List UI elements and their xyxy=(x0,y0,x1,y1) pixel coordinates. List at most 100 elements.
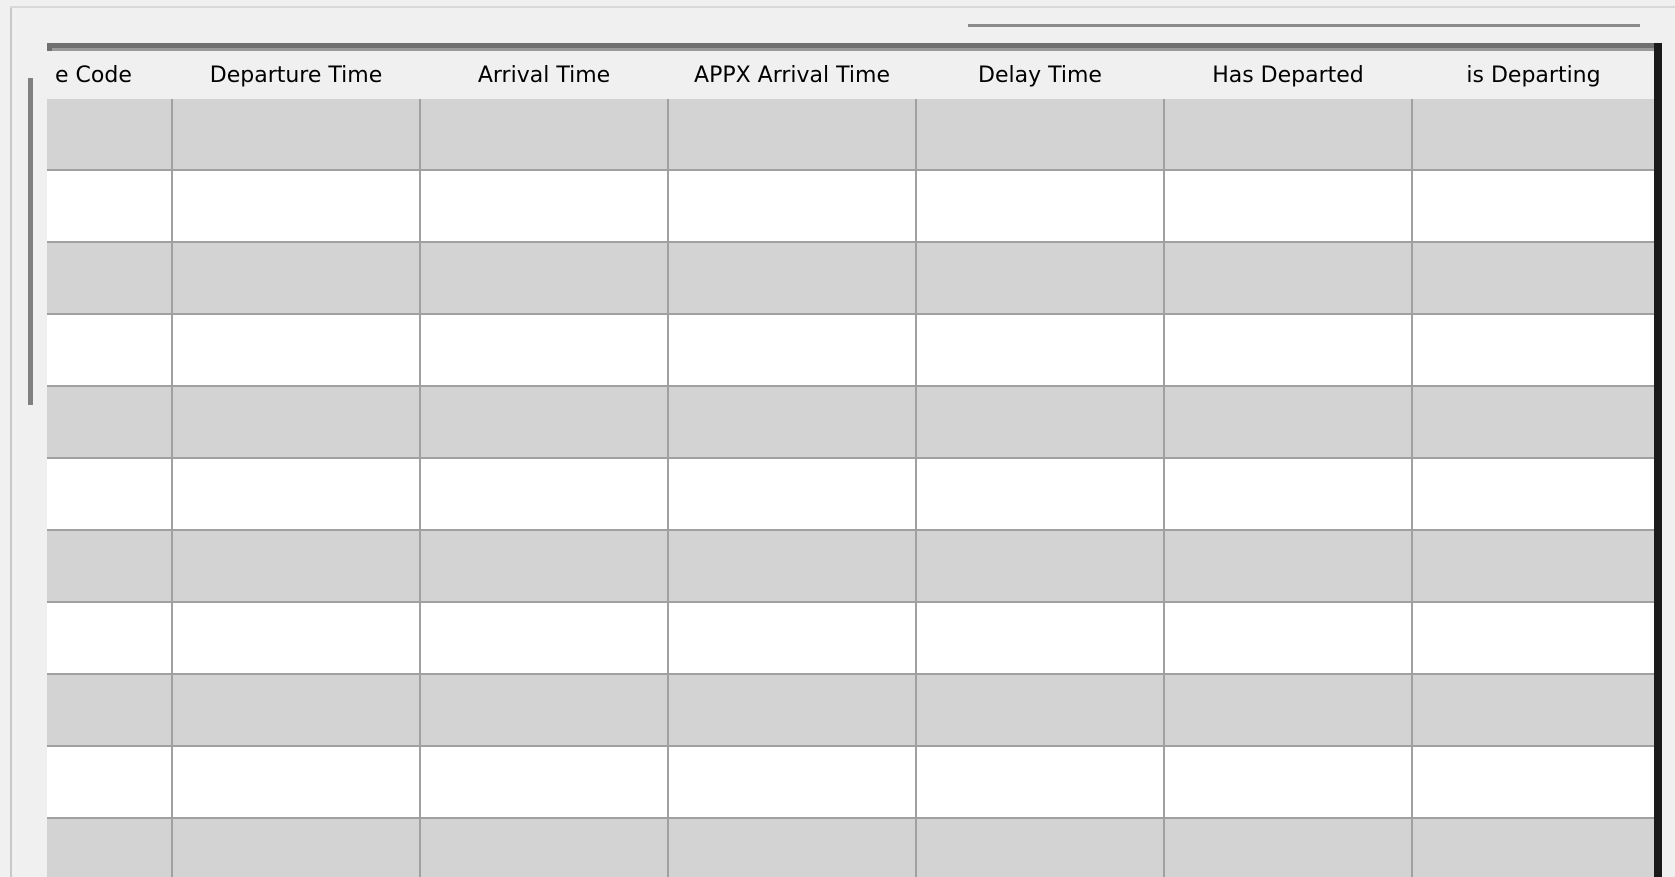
table-cell[interactable] xyxy=(173,675,421,747)
table-cell[interactable] xyxy=(669,99,917,171)
table-cell[interactable] xyxy=(1413,99,1656,171)
table-cell[interactable] xyxy=(917,315,1165,387)
column-header-4[interactable]: Delay Time xyxy=(917,51,1163,99)
table-cell[interactable] xyxy=(917,531,1165,603)
table-cell[interactable] xyxy=(1413,387,1656,459)
grid-header-row: e Code Departure Time Arrival Time APPX Arr… xyxy=(47,51,1654,99)
table-cell[interactable] xyxy=(1413,243,1656,315)
table-cell[interactable] xyxy=(173,531,421,603)
horizontal-scrollbar-thumb[interactable] xyxy=(968,24,1640,27)
table-cell[interactable] xyxy=(173,387,421,459)
table-cell[interactable] xyxy=(669,747,917,819)
table-cell[interactable] xyxy=(1165,819,1413,877)
table-cell[interactable] xyxy=(917,675,1165,747)
table-cell[interactable] xyxy=(1165,315,1413,387)
table-cell[interactable] xyxy=(47,603,173,675)
table-cell[interactable] xyxy=(173,459,421,531)
table-cell[interactable] xyxy=(1413,675,1656,747)
table-row[interactable] xyxy=(47,387,1656,459)
table-cell[interactable] xyxy=(1165,459,1413,531)
table-cell[interactable] xyxy=(917,819,1165,877)
table-cell[interactable] xyxy=(917,387,1165,459)
table-row[interactable] xyxy=(47,315,1656,387)
table-cell[interactable] xyxy=(669,243,917,315)
column-header-6[interactable]: is Departing xyxy=(1413,51,1654,99)
table-cell[interactable] xyxy=(421,603,669,675)
table-cell[interactable] xyxy=(173,315,421,387)
column-header-2[interactable]: Arrival Time xyxy=(421,51,667,99)
table-cell[interactable] xyxy=(1413,459,1656,531)
table-cell[interactable] xyxy=(421,819,669,877)
table-cell[interactable] xyxy=(1165,531,1413,603)
column-header-5[interactable]: Has Departed xyxy=(1165,51,1411,99)
table-row[interactable] xyxy=(47,531,1656,603)
table-cell[interactable] xyxy=(917,243,1165,315)
table-cell[interactable] xyxy=(669,171,917,243)
table-row[interactable] xyxy=(47,459,1656,531)
table-cell[interactable] xyxy=(173,603,421,675)
table-cell[interactable] xyxy=(1413,531,1656,603)
table-cell[interactable] xyxy=(1165,99,1413,171)
table-cell[interactable] xyxy=(1413,171,1656,243)
table-cell[interactable] xyxy=(917,459,1165,531)
table-cell[interactable] xyxy=(1165,747,1413,819)
table-cell[interactable] xyxy=(1165,387,1413,459)
vertical-scrollbar-thumb[interactable] xyxy=(28,78,33,405)
table-cell[interactable] xyxy=(173,171,421,243)
table-cell[interactable] xyxy=(173,99,421,171)
table-cell[interactable] xyxy=(1165,675,1413,747)
table-cell[interactable] xyxy=(173,747,421,819)
column-header-3[interactable]: APPX Arrival Time xyxy=(669,51,915,99)
table-cell[interactable] xyxy=(1413,819,1656,877)
table-cell[interactable] xyxy=(47,747,173,819)
table-cell[interactable] xyxy=(47,819,173,877)
table-cell[interactable] xyxy=(1165,171,1413,243)
table-cell[interactable] xyxy=(1413,603,1656,675)
table-row[interactable] xyxy=(47,819,1656,877)
table-cell[interactable] xyxy=(421,387,669,459)
table-row[interactable] xyxy=(47,675,1656,747)
table-cell[interactable] xyxy=(1413,315,1656,387)
table-cell[interactable] xyxy=(669,531,917,603)
table-row[interactable] xyxy=(47,603,1656,675)
table-cell[interactable] xyxy=(1165,243,1413,315)
table-cell[interactable] xyxy=(917,171,1165,243)
table-cell[interactable] xyxy=(669,387,917,459)
table-cell[interactable] xyxy=(1165,603,1413,675)
table-cell[interactable] xyxy=(47,531,173,603)
table-cell[interactable] xyxy=(421,99,669,171)
table-cell[interactable] xyxy=(669,315,917,387)
table-cell[interactable] xyxy=(1413,747,1656,819)
table-cell[interactable] xyxy=(669,675,917,747)
column-header-0[interactable]: e Code xyxy=(47,51,179,99)
departures-grid[interactable]: e Code Departure Time Arrival Time APPX Arr… xyxy=(47,43,1662,877)
table-cell[interactable] xyxy=(47,675,173,747)
table-row[interactable] xyxy=(47,747,1656,819)
table-cell[interactable] xyxy=(47,99,173,171)
table-cell[interactable] xyxy=(421,459,669,531)
table-cell[interactable] xyxy=(917,99,1165,171)
table-cell[interactable] xyxy=(917,603,1165,675)
table-cell[interactable] xyxy=(421,747,669,819)
table-cell[interactable] xyxy=(421,315,669,387)
table-cell[interactable] xyxy=(421,531,669,603)
column-header-1[interactable]: Departure Time xyxy=(173,51,419,99)
table-cell[interactable] xyxy=(669,603,917,675)
table-cell[interactable] xyxy=(669,819,917,877)
table-cell[interactable] xyxy=(173,819,421,877)
table-cell[interactable] xyxy=(421,171,669,243)
table-cell[interactable] xyxy=(421,675,669,747)
app-window: e Code Departure Time Arrival Time APPX Arr… xyxy=(0,0,1675,877)
table-cell[interactable] xyxy=(47,387,173,459)
table-cell[interactable] xyxy=(47,243,173,315)
table-cell[interactable] xyxy=(47,459,173,531)
table-cell[interactable] xyxy=(47,171,173,243)
table-cell[interactable] xyxy=(47,315,173,387)
table-cell[interactable] xyxy=(669,459,917,531)
table-cell[interactable] xyxy=(917,747,1165,819)
table-row[interactable] xyxy=(47,171,1656,243)
table-cell[interactable] xyxy=(421,243,669,315)
table-cell[interactable] xyxy=(173,243,421,315)
table-row[interactable] xyxy=(47,99,1656,171)
table-row[interactable] xyxy=(47,243,1656,315)
